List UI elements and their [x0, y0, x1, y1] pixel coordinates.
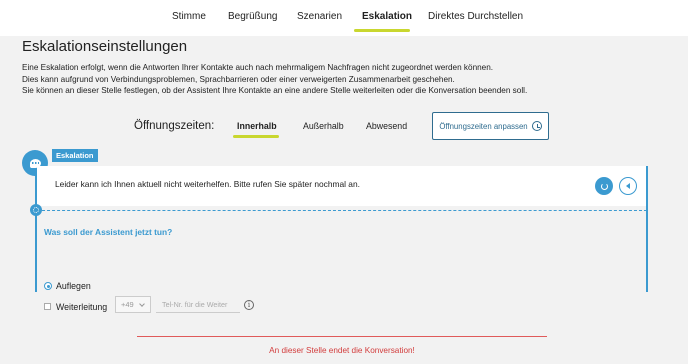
end-of-conversation-notice: An dieser Stelle endet die Konversation!: [269, 346, 415, 355]
description-line: Sie können an dieser Stelle festlegen, o…: [22, 86, 528, 95]
option-weiterleitung-label[interactable]: Weiterleitung: [56, 302, 107, 312]
assistant-action-question: Was soll der Assistent jetzt tun?: [44, 227, 173, 237]
tab-stimme[interactable]: Stimme: [172, 11, 206, 22]
info-icon[interactable]: i: [244, 300, 254, 310]
escalation-badge: Eskalation: [52, 149, 98, 162]
opening-hours-label: Öffnungszeiten:: [134, 120, 215, 132]
play-audio-button[interactable]: [619, 177, 637, 195]
forward-phone-input[interactable]: [156, 296, 240, 313]
tab-direktes-durchstellen[interactable]: Direktes Durchstellen: [428, 11, 523, 22]
reset-message-button[interactable]: [595, 177, 613, 195]
page-title: Eskalationseinstellungen: [22, 38, 188, 55]
adjust-opening-hours-label: Öffnungszeiten anpassen: [439, 121, 528, 131]
tab-szenarien[interactable]: Szenarien: [297, 11, 342, 22]
refresh-icon: [600, 182, 608, 190]
escalation-message-card: Leider kann ich Ihnen aktuell nicht weit…: [37, 166, 647, 206]
tab-begruessung[interactable]: Begrüßung: [228, 11, 277, 22]
opening-hours-active-indicator: [233, 135, 279, 138]
speaker-icon: [626, 183, 630, 189]
description-line: Eine Eskalation erfolgt, wenn die Antwor…: [22, 63, 494, 72]
tab-eskalation[interactable]: Eskalation: [362, 11, 412, 22]
country-prefix-select[interactable]: +49: [115, 296, 151, 313]
country-prefix-value: +49: [121, 300, 134, 309]
option-auflegen-label[interactable]: Auflegen: [56, 281, 91, 291]
option-weiterleitung-checkbox[interactable]: [44, 303, 51, 310]
section-right-border: [646, 166, 648, 292]
chevron-down-icon: [138, 300, 145, 307]
option-auflegen-radio[interactable]: [44, 282, 52, 290]
tab-innerhalb[interactable]: Innerhalb: [237, 121, 277, 131]
top-navigation: Stimme Begrüßung Szenarien Eskalation Di…: [0, 0, 688, 36]
gear-icon: [33, 207, 39, 213]
tab-ausserhalb[interactable]: Außerhalb: [303, 121, 344, 131]
page-description: Eine Eskalation erfolgt, wenn die Antwor…: [22, 62, 527, 97]
active-tab-indicator: [354, 29, 410, 32]
section-divider: [37, 210, 647, 211]
escalation-message-text[interactable]: Leider kann ich Ihnen aktuell nicht weit…: [55, 179, 360, 189]
adjust-opening-hours-button[interactable]: Öffnungszeiten anpassen: [432, 112, 549, 140]
clock-icon: [531, 121, 542, 131]
settings-node: [30, 204, 42, 216]
tab-abwesend[interactable]: Abwesend: [366, 121, 407, 131]
end-divider: [137, 336, 547, 337]
description-line: Dies kann aufgrund von Verbindungsproble…: [22, 74, 455, 84]
